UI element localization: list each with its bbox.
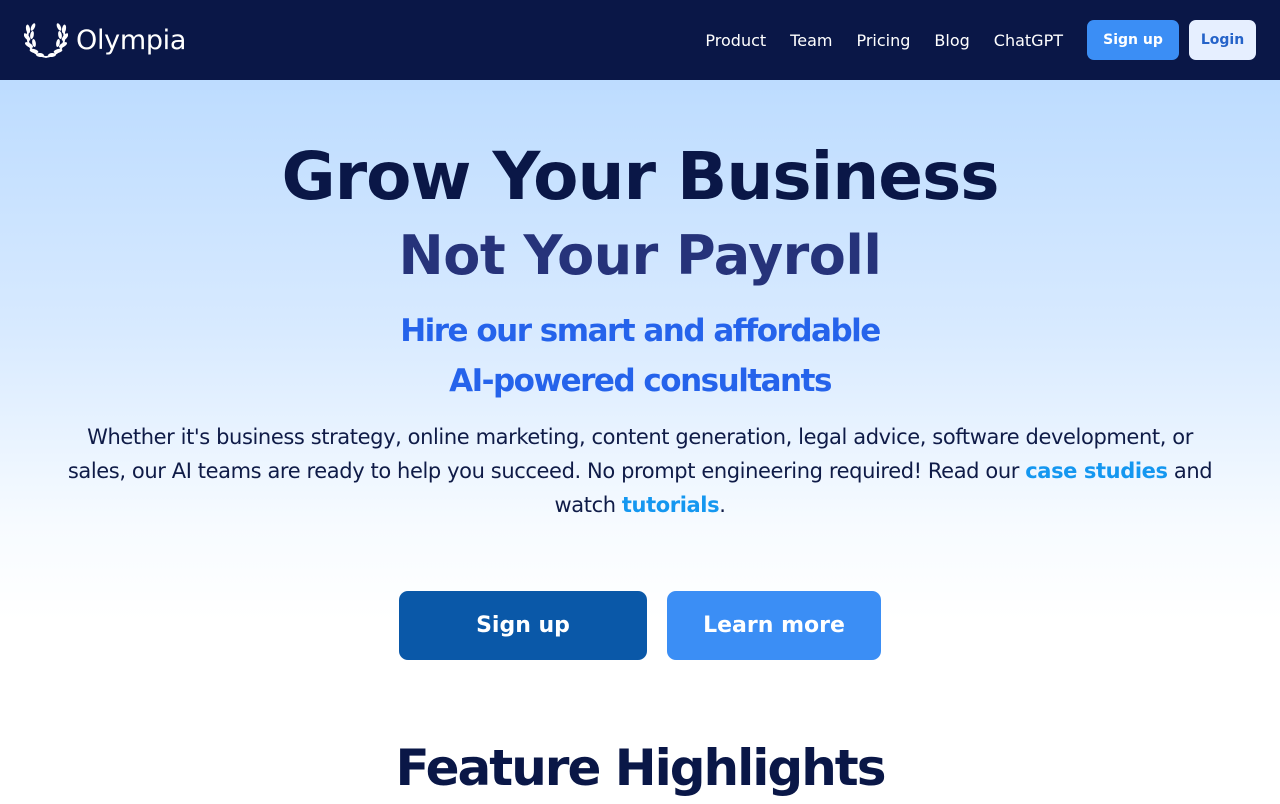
main-nav: Product Team Pricing Blog ChatGPT Sign u… — [705, 20, 1256, 60]
nav-link-chatgpt[interactable]: ChatGPT — [994, 31, 1063, 50]
brand-logo-link[interactable]: Olympia — [24, 19, 186, 61]
nav-signup-button[interactable]: Sign up — [1087, 20, 1179, 60]
hero-description: Whether it's business strategy, online m… — [66, 420, 1214, 522]
cta-row: Sign up Learn more — [0, 591, 1280, 660]
hero-description-text-3: . — [719, 493, 726, 517]
brand-name: Olympia — [76, 24, 187, 56]
hero-tagline: Hire our smart and affordable AI-powered… — [0, 306, 1280, 406]
laurel-wreath-icon — [24, 19, 68, 61]
tutorials-link[interactable]: tutorials — [622, 493, 720, 517]
hero-subtitle: Not Your Payroll — [398, 224, 882, 287]
hero-title: Grow Your Business — [281, 138, 999, 215]
hero-signup-button[interactable]: Sign up — [399, 591, 647, 660]
learn-more-button[interactable]: Learn more — [667, 591, 881, 660]
hero-tagline-line-2: AI-powered consultants — [449, 363, 832, 399]
top-navbar: Olympia Product Team Pricing Blog ChatGP… — [0, 0, 1280, 80]
case-studies-link[interactable]: case studies — [1025, 459, 1168, 483]
nav-link-team[interactable]: Team — [790, 31, 832, 50]
nav-login-button[interactable]: Login — [1189, 20, 1256, 60]
nav-link-pricing[interactable]: Pricing — [856, 31, 910, 50]
nav-link-blog[interactable]: Blog — [934, 31, 969, 50]
hero-section: Grow Your Business Not Your Payroll Hire… — [0, 80, 1280, 800]
feature-highlights-heading: Feature Highlights — [395, 739, 887, 797]
nav-link-product[interactable]: Product — [705, 31, 766, 50]
hero-tagline-line-1: Hire our smart and affordable — [400, 313, 881, 349]
